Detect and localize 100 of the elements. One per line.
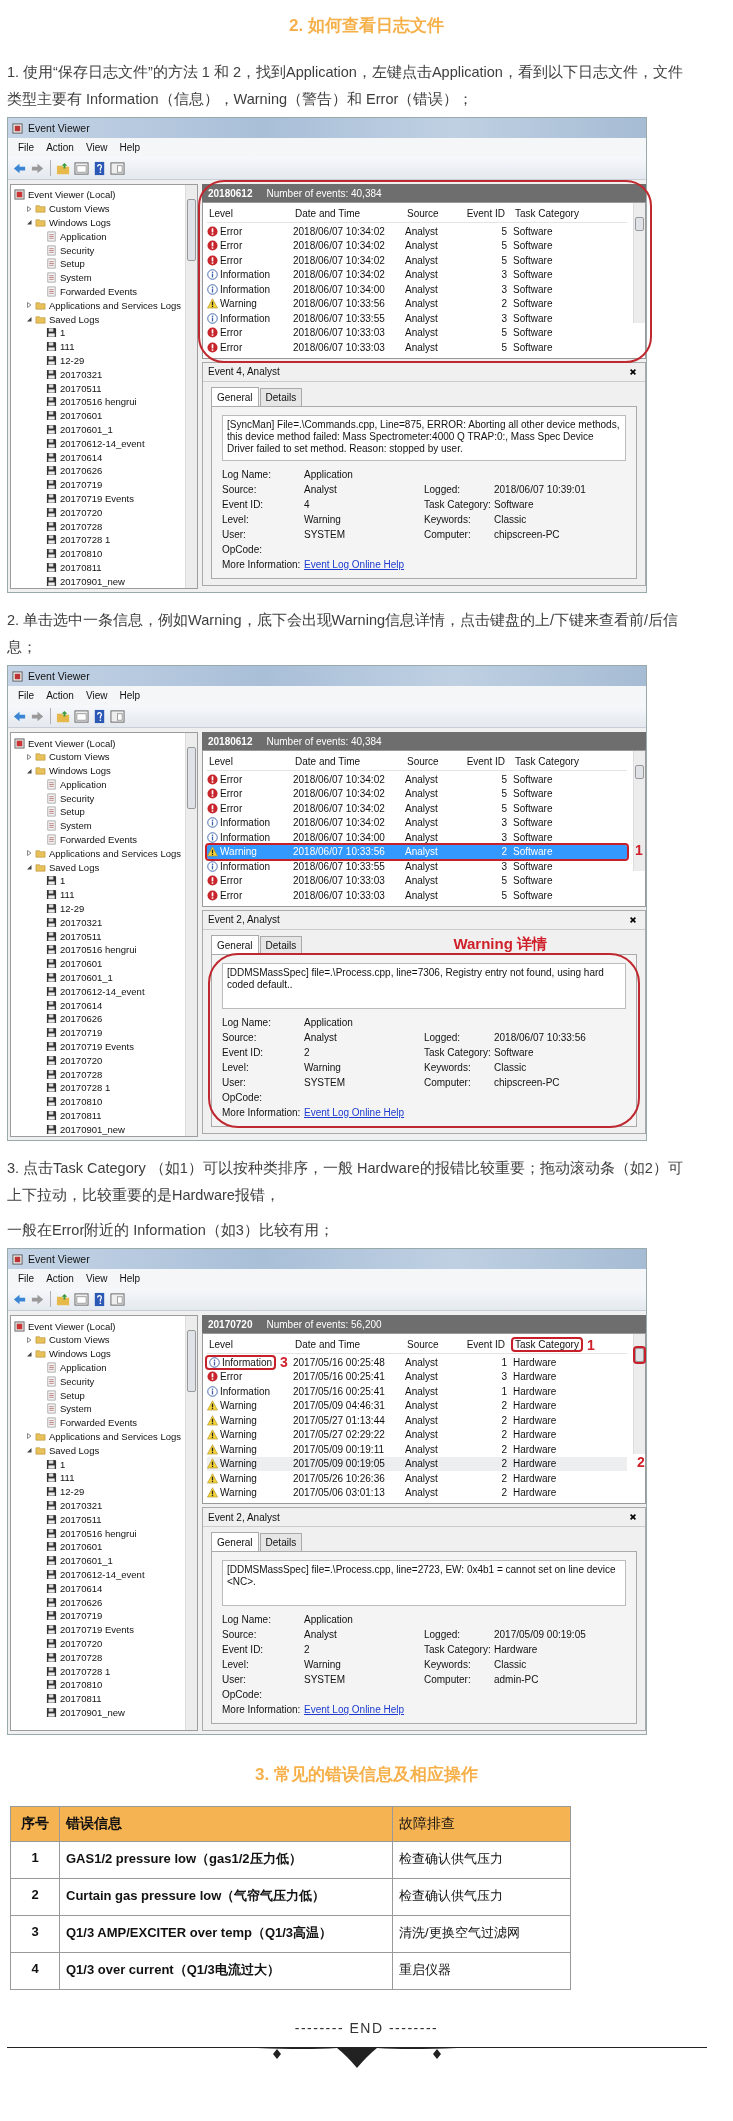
scrollbar-thumb[interactable]: [187, 1330, 196, 1393]
panel-icon[interactable]: [74, 160, 89, 176]
tree-item[interactable]: 20170728: [46, 1651, 103, 1663]
tree-item[interactable]: 12-29: [46, 1486, 85, 1498]
tree-item[interactable]: 20170321: [46, 1499, 103, 1511]
tab[interactable]: Details: [259, 935, 303, 954]
panel-icon[interactable]: [110, 160, 125, 176]
tree-item[interactable]: 20170612-14_event: [46, 437, 145, 449]
event-row[interactable]: Information 2018/06/07 10:33:55 Analyst 3 Software: [207, 859, 627, 874]
column-header[interactable]: Level: [207, 1339, 235, 1351]
tree-item[interactable]: 20170811: [46, 1693, 102, 1705]
tree-toggle-icon[interactable]: [25, 1446, 33, 1455]
event-row[interactable]: Warning 2017/05/09 04:46:31 Analyst 2 Hardware: [207, 1398, 627, 1414]
tree-item[interactable]: Applications and Services Logs: [35, 1431, 182, 1442]
tree-item[interactable]: Windows Logs: [35, 765, 111, 777]
tree-item[interactable]: Applications and Services Logs: [35, 299, 182, 311]
tree-toggle-icon[interactable]: [25, 1432, 33, 1441]
tree-item[interactable]: 20170516 hengrui: [46, 396, 137, 408]
column-header[interactable]: Level: [207, 208, 235, 219]
tree-item[interactable]: 111: [46, 1472, 75, 1484]
column-header[interactable]: Event ID: [464, 208, 507, 219]
column-header[interactable]: Task Category: [513, 756, 581, 768]
tree-item[interactable]: 20170728: [46, 520, 103, 532]
tree-item[interactable]: 1: [46, 875, 66, 887]
tree-item[interactable]: 20170901_new: [46, 575, 125, 587]
panel-icon[interactable]: [74, 708, 89, 724]
column-header[interactable]: Date and Time: [293, 756, 363, 768]
event-row[interactable]: Error 2018/06/07 10:34:02 Analyst 5 Software: [207, 801, 627, 816]
tree-item[interactable]: 20170321: [46, 916, 103, 928]
tree-item[interactable]: 20170626: [46, 465, 103, 477]
tree-item[interactable]: 20170601_1: [46, 972, 113, 984]
tree-item[interactable]: 20170810: [46, 1679, 103, 1691]
tree-item[interactable]: 20170601_1: [46, 423, 113, 435]
column-header[interactable]: Event ID: [464, 756, 507, 768]
close-icon[interactable]: [629, 1513, 637, 1522]
tree-toggle-icon[interactable]: [25, 863, 33, 872]
scrollbar[interactable]: [633, 751, 645, 872]
tree-toggle-icon[interactable]: [25, 1349, 33, 1358]
tree-item[interactable]: 20170811: [46, 1110, 102, 1121]
tree-item[interactable]: 111: [46, 889, 75, 901]
folder-icon[interactable]: [56, 160, 71, 176]
tree-item[interactable]: 1: [46, 1458, 66, 1470]
event-row[interactable]: Warning 2017/05/09 00:19:05 Analyst 2 Hardware: [207, 1456, 627, 1472]
tree-item[interactable]: Windows Logs: [35, 1348, 111, 1360]
tree-item[interactable]: 20170516 hengrui: [46, 944, 137, 956]
tree-toggle-icon[interactable]: [25, 204, 33, 213]
column-header[interactable]: Date and Time: [293, 208, 363, 219]
tree-item[interactable]: 20170601: [46, 410, 103, 422]
tree-item[interactable]: Application: [46, 1362, 107, 1373]
tree-item[interactable]: 20170728 1: [46, 1665, 111, 1677]
menu-item[interactable]: Action: [40, 690, 80, 702]
scrollbar[interactable]: [185, 733, 197, 1137]
tree-item[interactable]: 20170601: [46, 1541, 103, 1553]
tree-item[interactable]: Custom Views: [35, 751, 110, 763]
help-icon[interactable]: [92, 1291, 107, 1307]
tree-item[interactable]: Application: [46, 230, 107, 242]
tree-item[interactable]: System: [46, 272, 92, 284]
event-row[interactable]: Information 2018/06/07 10:34:00 Analyst 3 Software: [207, 830, 627, 845]
tree-item[interactable]: Saved Logs: [35, 861, 100, 873]
menu-item[interactable]: Help: [113, 690, 146, 702]
tree-item[interactable]: 20170614: [46, 1582, 103, 1594]
tree-toggle-icon[interactable]: [25, 301, 33, 310]
tree-item[interactable]: Forwarded Events: [46, 285, 138, 297]
tree-item[interactable]: 20170728 1: [46, 534, 111, 546]
menu-item[interactable]: File: [12, 142, 41, 153]
event-row[interactable]: Information 2018/06/07 10:34:00 Analyst 3 Software: [207, 282, 627, 297]
tree-item[interactable]: 20170614: [46, 451, 103, 463]
tree-item[interactable]: 20170720: [46, 1637, 103, 1649]
tree-item[interactable]: 20170719: [46, 1610, 103, 1622]
event-row[interactable]: Error 2018/06/07 10:34:02 Analyst 5 Software: [207, 772, 627, 787]
event-row[interactable]: Warning 2017/05/26 10:26:36 Analyst 2 Hardware: [207, 1471, 627, 1486]
event-row[interactable]: Error 2018/06/07 10:34:02 Analyst 5 Software: [207, 238, 627, 253]
menu-item[interactable]: Help: [113, 142, 146, 153]
tree-item[interactable]: Setup: [46, 258, 85, 270]
tree-toggle-icon[interactable]: [25, 766, 33, 775]
scrollbar[interactable]: [633, 1334, 645, 1455]
scrollbar-thumb[interactable]: [187, 199, 196, 261]
tree-item[interactable]: 20170321: [46, 368, 103, 380]
tree-item[interactable]: 20170810: [46, 548, 103, 560]
tree-item[interactable]: 20170612-14_event: [46, 985, 145, 997]
panel-icon[interactable]: [110, 708, 125, 724]
menu-item[interactable]: File: [12, 690, 41, 702]
tree-item[interactable]: 20170626: [46, 1596, 103, 1608]
tab[interactable]: General: [211, 934, 259, 954]
tree-item[interactable]: System: [46, 1403, 92, 1415]
column-header[interactable]: Level: [207, 756, 235, 768]
tree-item[interactable]: Custom Views: [35, 1334, 110, 1346]
tree-item[interactable]: 20170511: [46, 1513, 102, 1525]
help-link[interactable]: Event Log Online Help: [304, 1106, 405, 1118]
menu-item[interactable]: Help: [113, 1273, 146, 1285]
tree-item[interactable]: 20170601: [46, 958, 103, 970]
column-header[interactable]: Date and Time: [293, 1339, 363, 1351]
tree-item[interactable]: 12-29: [46, 903, 85, 915]
menu-item[interactable]: View: [79, 142, 114, 153]
scrollbar-thumb[interactable]: [635, 1348, 644, 1363]
tree-item[interactable]: 20170511: [46, 930, 102, 942]
tree-toggle-icon[interactable]: [25, 849, 33, 858]
tree-item[interactable]: 20170612-14_event: [46, 1568, 145, 1580]
tree-item[interactable]: 20170720: [46, 1054, 103, 1066]
scrollbar[interactable]: [185, 1316, 197, 1731]
